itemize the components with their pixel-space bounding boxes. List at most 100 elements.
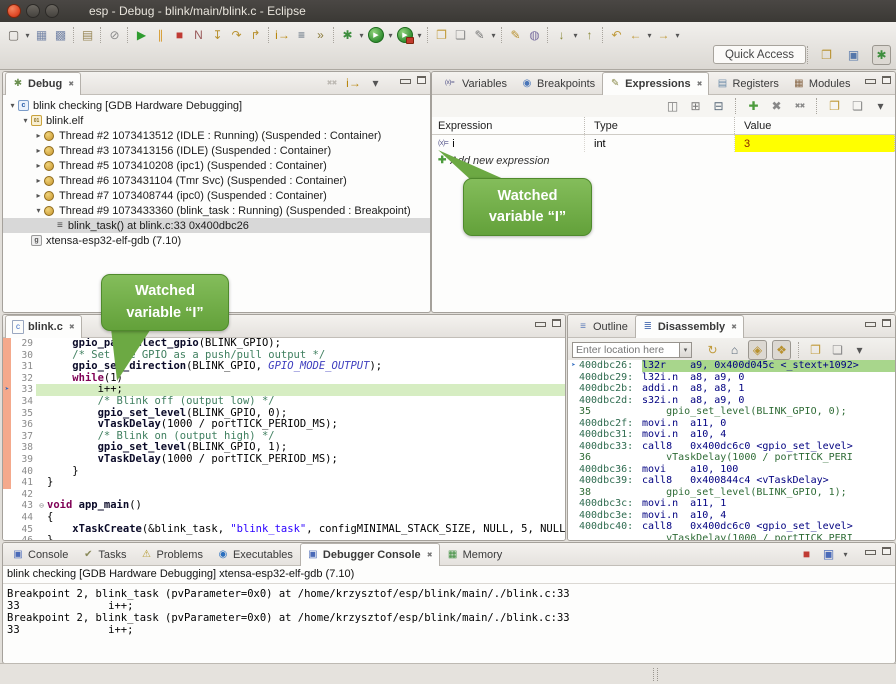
previous-annotation-icon[interactable]: ↑ bbox=[581, 26, 598, 44]
tab-registers[interactable]: ▤Registers bbox=[709, 72, 785, 94]
line-number[interactable]: 40 bbox=[11, 466, 36, 478]
tab-variables[interactable]: (x)=Variables bbox=[434, 72, 514, 94]
add-expression-icon[interactable]: ✚ bbox=[745, 97, 762, 115]
run-icon[interactable]: ▶ bbox=[368, 27, 384, 43]
expander-icon[interactable]: ▸ bbox=[33, 176, 44, 185]
line-number[interactable]: 41 bbox=[11, 477, 36, 489]
expander-icon[interactable]: ▾ bbox=[20, 116, 31, 125]
minimize-view-icon[interactable] bbox=[865, 322, 876, 327]
quick-access-button[interactable]: Quick Access bbox=[713, 45, 806, 64]
location-dropdown-icon[interactable]: ▾ bbox=[679, 342, 692, 358]
step-into-icon[interactable]: ↧ bbox=[209, 26, 226, 44]
show-threads-icon[interactable]: ≡ bbox=[293, 26, 310, 44]
skip-all-breakpoints-icon[interactable]: ⊘ bbox=[106, 26, 123, 44]
maximize-view-icon[interactable] bbox=[417, 76, 426, 84]
debug-tree-row[interactable]: ▸Thread #3 1073413156 (IDLE) (Suspended … bbox=[3, 143, 430, 158]
column-header-expression[interactable]: Expression bbox=[432, 117, 585, 134]
line-number[interactable]: 29 bbox=[11, 338, 36, 350]
console-output[interactable]: Breakpoint 2, blink_task (pvParameter=0x… bbox=[3, 584, 895, 640]
dropdown-icon[interactable]: ▾ bbox=[386, 31, 395, 40]
expander-icon[interactable]: ▾ bbox=[33, 206, 44, 215]
sync-context-toggle-icon[interactable]: ❖ bbox=[772, 340, 791, 360]
tab-tasks[interactable]: ✔Tasks bbox=[75, 543, 133, 565]
instruction-stepping-icon[interactable]: i→ bbox=[274, 26, 291, 44]
line-number[interactable]: 32 bbox=[11, 373, 36, 385]
line-number[interactable]: 34 bbox=[11, 396, 36, 408]
editor-line[interactable]: 43⊖void app_main() bbox=[3, 500, 565, 512]
step-return-icon[interactable]: ↱ bbox=[247, 26, 264, 44]
dropdown-icon[interactable]: ▾ bbox=[571, 31, 580, 40]
debug-tree-row[interactable]: ▸Thread #6 1073431104 (Tmr Svc) (Suspend… bbox=[3, 173, 430, 188]
maximize-window-button[interactable] bbox=[45, 4, 59, 18]
disasm-row[interactable]: 400dbc36:movi a10, 100 bbox=[568, 464, 895, 476]
close-icon[interactable]: ✖ bbox=[427, 551, 433, 559]
line-number[interactable]: 36 bbox=[11, 419, 36, 431]
disasm-row[interactable]: 400dbc33:call8 0x400dc6c0 <gpio_set_leve… bbox=[568, 441, 895, 453]
line-number[interactable]: 42 bbox=[11, 489, 36, 501]
tab-memory[interactable]: ▦Memory bbox=[440, 543, 510, 565]
disasm-row[interactable]: 38 gpio_set_level(BLINK_GPIO, 1); bbox=[568, 487, 895, 499]
debug-tree-row[interactable]: ▾cblink checking [GDB Hardware Debugging… bbox=[3, 98, 430, 113]
last-edit-location-icon[interactable]: ↶ bbox=[608, 26, 625, 44]
line-number[interactable]: 33 bbox=[11, 384, 36, 396]
location-input[interactable] bbox=[572, 342, 679, 358]
disasm-row[interactable]: 400dbc2b:addi.n a8, a8, 1 bbox=[568, 383, 895, 395]
tab-breakpoints[interactable]: ◉Breakpoints bbox=[514, 72, 602, 94]
show-logical-structure-icon[interactable]: ⊞ bbox=[687, 97, 704, 115]
instruction-stepping-toggle-icon[interactable]: i→ bbox=[345, 74, 362, 92]
disasm-row[interactable]: 35 gpio_set_level(BLINK_GPIO, 0); bbox=[568, 406, 895, 418]
open-browser-icon[interactable]: ◍ bbox=[526, 26, 543, 44]
tab-disassembly[interactable]: ≣Disassembly✖ bbox=[635, 315, 744, 338]
disasm-row[interactable]: ➤400dbc26:l32r a9, 0x400d045c <_stext+10… bbox=[568, 360, 895, 372]
save-icon[interactable]: ▦ bbox=[33, 26, 50, 44]
line-number[interactable]: 38 bbox=[11, 442, 36, 454]
pin-view-icon[interactable]: ❏ bbox=[829, 341, 846, 359]
editor-line[interactable]: 46} bbox=[3, 535, 565, 540]
expression-cell[interactable]: (x)=i bbox=[432, 135, 585, 152]
tab-expressions[interactable]: ✎Expressions✖ bbox=[602, 72, 709, 95]
disasm-row[interactable]: vTaskDelay(1000 / portTICK_PERI bbox=[568, 533, 895, 541]
open-resource-icon[interactable]: ❏ bbox=[452, 26, 469, 44]
back-icon[interactable]: ← bbox=[627, 26, 644, 44]
terminate-icon[interactable]: ■ bbox=[798, 545, 815, 563]
open-perspective-icon[interactable]: ❐ bbox=[818, 46, 835, 64]
line-number[interactable]: 35 bbox=[11, 408, 36, 420]
tab-outline[interactable]: ≡Outline bbox=[570, 315, 635, 337]
add-expression-row[interactable]: ✚ Add new expression bbox=[432, 152, 895, 169]
tab-debugger-console[interactable]: ▣Debugger Console✖ bbox=[300, 543, 440, 566]
line-number[interactable]: 46 bbox=[11, 535, 36, 540]
disasm-row[interactable]: 400dbc31:movi.n a10, 4 bbox=[568, 429, 895, 441]
debug-tree-row[interactable]: ▸Thread #7 1073408744 (ipc0) (Suspended … bbox=[3, 188, 430, 203]
expander-icon[interactable]: ▸ bbox=[33, 146, 44, 155]
stack-frame-row[interactable]: ≡blink_task() at blink.c:33 0x400dbc26 bbox=[3, 218, 430, 233]
close-icon[interactable]: ✖ bbox=[697, 80, 703, 88]
dropdown-icon[interactable]: ▾ bbox=[357, 31, 366, 40]
line-number[interactable]: 44 bbox=[11, 512, 36, 524]
statusbar-grip[interactable] bbox=[653, 668, 658, 681]
new-wizard-icon[interactable]: ▢ bbox=[5, 26, 22, 44]
display-selected-console-icon[interactable]: ▣ bbox=[820, 545, 837, 563]
cpp-perspective-icon[interactable]: ▣ bbox=[845, 46, 862, 64]
minimize-view-icon[interactable] bbox=[535, 322, 546, 327]
dropdown-icon[interactable]: ▾ bbox=[841, 550, 850, 559]
suspend-icon[interactable]: ∥ bbox=[152, 26, 169, 44]
editor-line[interactable]: 45 xTaskCreate(&blink_task, "blink_task"… bbox=[3, 524, 565, 536]
maximize-view-icon[interactable] bbox=[882, 319, 891, 327]
refresh-icon[interactable]: ↻ bbox=[704, 341, 721, 359]
disasm-row[interactable]: 400dbc29:l32i.n a8, a9, 0 bbox=[568, 372, 895, 384]
tab-console[interactable]: ▣Console bbox=[5, 543, 75, 565]
line-number[interactable]: 45 bbox=[11, 524, 36, 536]
collapse-all-icon[interactable]: ⊟ bbox=[710, 97, 727, 115]
disasm-row[interactable]: 400dbc2d:s32i.n a8, a9, 0 bbox=[568, 395, 895, 407]
expander-icon[interactable]: ▸ bbox=[33, 161, 44, 170]
disassembly-listing[interactable]: ➤400dbc26:l32r a9, 0x400d045c <_stext+10… bbox=[568, 360, 895, 540]
debug-icon[interactable]: ✱ bbox=[339, 26, 356, 44]
next-annotation-icon[interactable]: ↓ bbox=[553, 26, 570, 44]
tab-modules[interactable]: ▦Modules bbox=[786, 72, 858, 94]
new-view-icon[interactable]: ❐ bbox=[826, 97, 843, 115]
line-number[interactable]: 43 bbox=[11, 500, 36, 512]
minimize-view-icon[interactable] bbox=[865, 550, 876, 555]
column-header-value[interactable]: Value bbox=[735, 117, 895, 134]
editor-line[interactable]: 39 vTaskDelay(1000 / portTICK_PERIOD_MS)… bbox=[3, 454, 565, 466]
disasm-row[interactable]: 400dbc40:call8 0x400dc6c0 <gpio_set_leve… bbox=[568, 521, 895, 533]
